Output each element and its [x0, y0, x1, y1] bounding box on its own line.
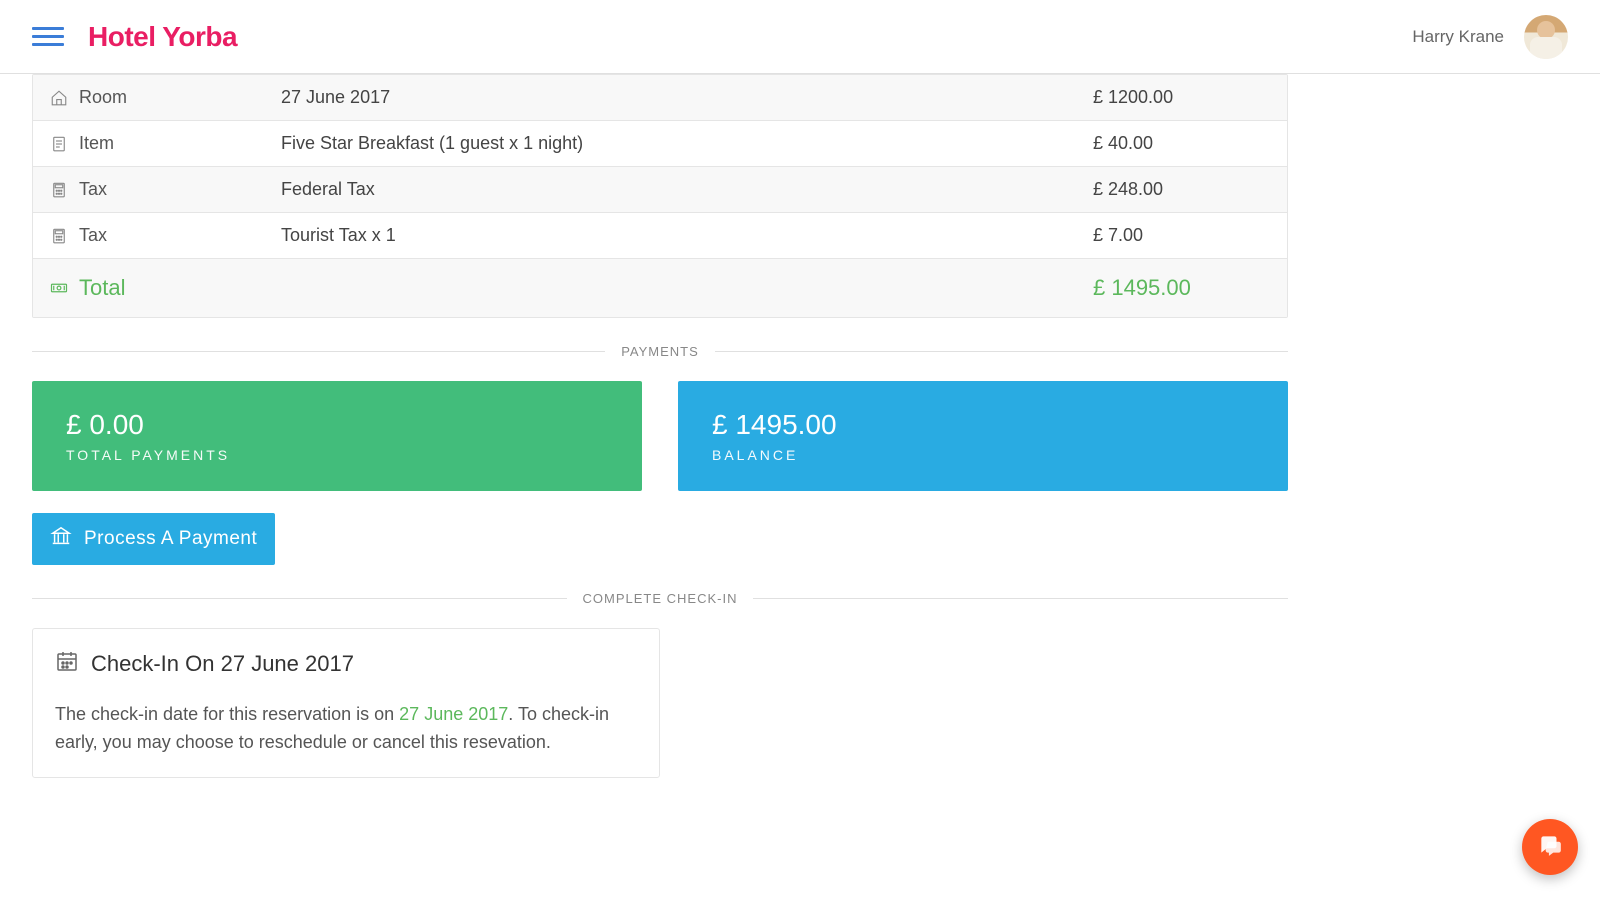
checkin-section-divider: COMPLETE CHECK-IN	[32, 591, 1288, 606]
balance-label: BALANCE	[712, 447, 1254, 463]
invoice-row-item: Item Five Star Breakfast (1 guest x 1 ni…	[33, 121, 1287, 167]
payments-heading: PAYMENTS	[605, 344, 715, 359]
process-payment-label: Process A Payment	[84, 528, 257, 550]
main-content: Room 27 June 2017 £ 1200.00 Item Five St…	[0, 74, 1320, 818]
process-payment-wrap: Process A Payment	[32, 513, 1288, 565]
total-payments-card: £ 0.00 TOTAL PAYMENTS	[32, 381, 642, 491]
brand-title[interactable]: Hotel Yorba	[88, 21, 237, 53]
row-amount: £ 7.00	[1093, 225, 1273, 246]
menu-toggle-button[interactable]	[32, 27, 64, 46]
row-description: 27 June 2017	[281, 87, 1093, 108]
row-category: Tax	[71, 179, 281, 200]
money-icon	[47, 279, 71, 297]
row-amount: £ 248.00	[1093, 179, 1273, 200]
checkin-title-text: Check-In On 27 June 2017	[91, 651, 354, 677]
row-amount: £ 40.00	[1093, 133, 1273, 154]
home-icon	[47, 89, 71, 107]
user-avatar[interactable]	[1524, 15, 1568, 59]
total-payments-value: £ 0.00	[66, 409, 608, 441]
user-name[interactable]: Harry Krane	[1412, 27, 1504, 47]
document-icon	[47, 135, 71, 153]
checkin-date-inline: 27 June 2017	[399, 704, 508, 724]
balance-card: £ 1495.00 BALANCE	[678, 381, 1288, 491]
row-category: Item	[71, 133, 281, 154]
calendar-icon	[55, 649, 79, 679]
bank-icon	[50, 525, 72, 553]
invoice-row-tax-federal: Tax Federal Tax £ 248.00	[33, 167, 1287, 213]
invoice-row-tax-tourist: Tax Tourist Tax x 1 £ 7.00	[33, 213, 1287, 259]
header-right: Harry Krane	[1412, 15, 1568, 59]
checkin-heading: COMPLETE CHECK-IN	[567, 591, 754, 606]
row-description: Tourist Tax x 1	[281, 225, 1093, 246]
row-category: Room	[71, 87, 281, 108]
chat-icon	[1537, 832, 1563, 863]
payment-cards: £ 0.00 TOTAL PAYMENTS £ 1495.00 BALANCE	[32, 381, 1288, 491]
row-description: Federal Tax	[281, 179, 1093, 200]
calculator-icon	[47, 227, 71, 245]
total-payments-label: TOTAL PAYMENTS	[66, 447, 608, 463]
process-payment-button[interactable]: Process A Payment	[32, 513, 275, 565]
header-left: Hotel Yorba	[32, 21, 237, 53]
checkin-panel: Check-In On 27 June 2017 The check-in da…	[32, 628, 660, 778]
chat-fab-button[interactable]	[1522, 819, 1578, 875]
total-label: Total	[71, 275, 281, 301]
calculator-icon	[47, 181, 71, 199]
checkin-title: Check-In On 27 June 2017	[55, 649, 637, 679]
invoice-table: Room 27 June 2017 £ 1200.00 Item Five St…	[32, 74, 1288, 318]
app-header: Hotel Yorba Harry Krane	[0, 0, 1600, 74]
invoice-row-total: Total £ 1495.00	[33, 259, 1287, 317]
checkin-body: The check-in date for this reservation i…	[55, 701, 637, 757]
balance-value: £ 1495.00	[712, 409, 1254, 441]
payments-section-divider: PAYMENTS	[32, 344, 1288, 359]
checkin-body-pre: The check-in date for this reservation i…	[55, 704, 399, 724]
row-category: Tax	[71, 225, 281, 246]
total-amount: £ 1495.00	[1093, 275, 1273, 301]
row-amount: £ 1200.00	[1093, 87, 1273, 108]
invoice-row-room: Room 27 June 2017 £ 1200.00	[33, 75, 1287, 121]
row-description: Five Star Breakfast (1 guest x 1 night)	[281, 133, 1093, 154]
